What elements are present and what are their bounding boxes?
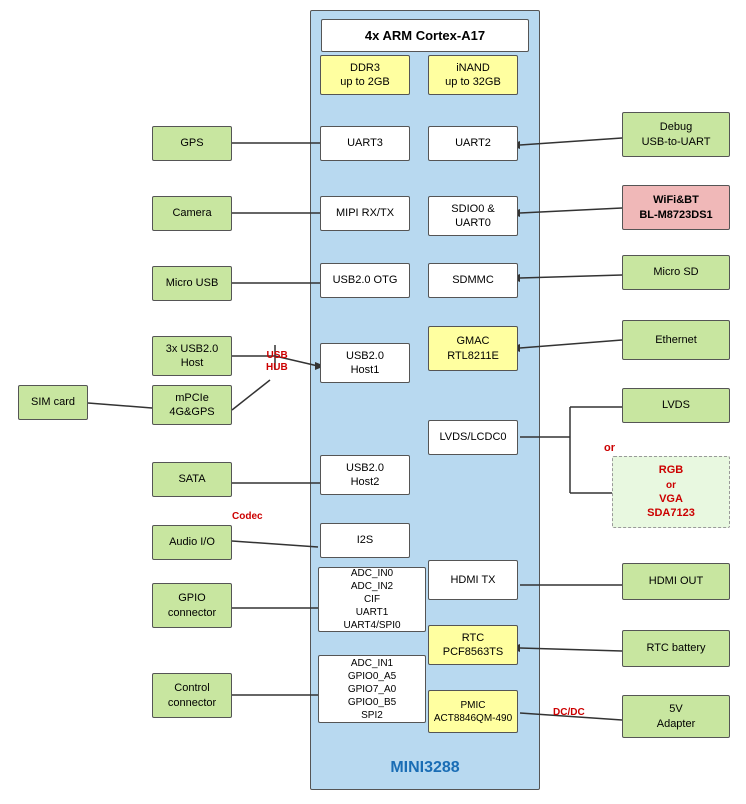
usb2host2-block: USB2.0Host2 [320, 455, 410, 495]
sdmmc-block: SDMMC [428, 263, 518, 298]
pmic-block: PMICACT8846QM-490 [428, 690, 518, 733]
rtcbattery-block: RTC battery [622, 630, 730, 667]
usb-hub-label: USBHUB [266, 350, 288, 374]
inand-block: iNANDup to 32GB [428, 55, 518, 95]
mipirxtx-block: MIPI RX/TX [320, 196, 410, 231]
usb2otg-block: USB2.0 OTG [320, 263, 410, 298]
center-title: 4x ARM Cortex-A17 [321, 19, 529, 52]
rgbvga-block: RGBorVGASDA7123 [612, 456, 730, 528]
audio-block: Audio I/O [152, 525, 232, 560]
control-block: Controlconnector [152, 673, 232, 718]
simcard-block: SIM card [18, 385, 88, 420]
microsd-block: Micro SD [622, 255, 730, 290]
lvdslcdc0-block: LVDS/LCDC0 [428, 420, 518, 455]
hdmiout-block: HDMI OUT [622, 563, 730, 600]
rtc-block: RTCPCF8563TS [428, 625, 518, 665]
ddr3-block: DDR3up to 2GB [320, 55, 410, 95]
gmac-block: GMACRTL8211E [428, 326, 518, 371]
or-label: or [604, 442, 615, 454]
wifibt-block: WiFi&BTBL-M8723DS1 [622, 185, 730, 230]
uart2-block: UART2 [428, 126, 518, 161]
adapter5v-block: 5VAdapter [622, 695, 730, 738]
mpcie-block: mPCIe4G&GPS [152, 385, 232, 425]
uart3-block: UART3 [320, 126, 410, 161]
diagram-container: 4x ARM Cortex-A17 MINI3288 [0, 0, 746, 804]
usb2host1-block: USB2.0Host1 [320, 343, 410, 383]
usbhost-block: 3x USB2.0Host [152, 336, 232, 376]
microusb-block: Micro USB [152, 266, 232, 301]
debug-block: DebugUSB-to-UART [622, 112, 730, 157]
gps-block: GPS [152, 126, 232, 161]
dcdc-label: DC/DC [553, 707, 585, 718]
ethernet-block: Ethernet [622, 320, 730, 360]
center-bottom-label: MINI3288 [311, 759, 539, 777]
sdio0uart0-block: SDIO0 &UART0 [428, 196, 518, 236]
camera-block: Camera [152, 196, 232, 231]
adcgroup1-block: ADC_IN0ADC_IN2CIFUART1UART4/SPI0 [318, 567, 426, 632]
gpio-block: GPIOconnector [152, 583, 232, 628]
lvds-block: LVDS [622, 388, 730, 423]
adcgroup2-block: ADC_IN1GPIO0_A5GPIO7_A0GPIO0_B5SPI2 [318, 655, 426, 723]
codec-label: Codec [232, 511, 263, 522]
i2s-block: I2S [320, 523, 410, 558]
hdmitx-block: HDMI TX [428, 560, 518, 600]
sata-block: SATA [152, 462, 232, 497]
